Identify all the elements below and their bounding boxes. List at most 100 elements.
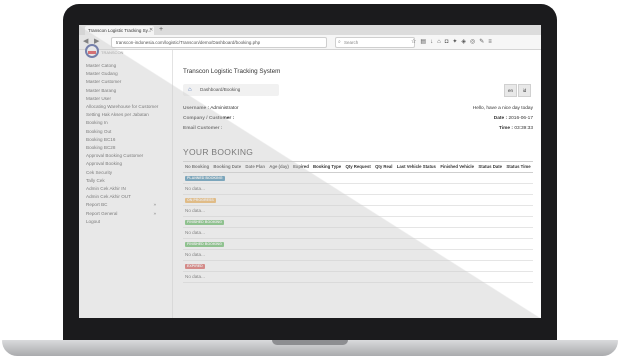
sidebar: TRANSCON Master Catong Master Gudang Maste… xyxy=(79,44,173,318)
column-header: Last Vehicle Status xyxy=(394,161,439,173)
email-row: Email Customer : xyxy=(183,126,222,131)
time-label: Time : xyxy=(498,126,513,131)
new-tab-button[interactable]: + xyxy=(159,25,163,35)
date-label: Date : xyxy=(493,116,508,121)
lang-id-button[interactable]: id xyxy=(518,84,531,97)
chevron-right-icon: » xyxy=(153,202,156,208)
column-header: Booking Date xyxy=(211,161,244,173)
group-header-row: ON PROGRESS xyxy=(183,194,533,206)
close-icon[interactable]: ✕ xyxy=(149,26,153,35)
table-row: No data... xyxy=(183,205,533,217)
status-badge: FINISHED BOOKING xyxy=(185,220,224,225)
date-row: Date : 2016-06-17 xyxy=(494,116,533,121)
group-header-cell: FINISHED BOOKING xyxy=(183,216,533,228)
sidebar-item[interactable]: Booking BC28 xyxy=(79,144,172,152)
company-row: Company / Customer : xyxy=(183,116,234,121)
empty-message: No data... xyxy=(183,227,533,239)
sidebar-item[interactable]: Master Customer xyxy=(79,78,172,86)
browser-tab[interactable]: Transcon Logistic Tracking Sy... xyxy=(85,26,154,35)
bookmark-list-icon[interactable]: ▤ xyxy=(420,37,426,47)
table-row: No data... xyxy=(183,271,533,283)
download-icon[interactable]: ↓ xyxy=(430,37,433,47)
group-header-row: FINISHED BOOKING xyxy=(183,216,533,228)
home-icon[interactable]: ⌂ xyxy=(437,37,441,47)
sidebar-item[interactable]: Tally Cek xyxy=(79,177,172,185)
status-badge: PLANNED BOOKING xyxy=(185,176,225,181)
tab-title: Transcon Logistic Tracking Sy... xyxy=(88,28,152,33)
section-title: YOUR BOOKING xyxy=(183,147,254,157)
extension-icon[interactable]: ✦ xyxy=(452,37,457,47)
email-label: Email Customer : xyxy=(183,126,223,131)
group-header-row: PLANNED BOOKING xyxy=(183,172,533,184)
sidebar-item[interactable]: Master Gudang xyxy=(79,70,172,78)
brand-name: TRANSCON xyxy=(101,50,124,55)
booking-table: No Booking Booking Date Date Plan Age (day)… xyxy=(183,161,533,283)
status-badge: EXPIRED xyxy=(185,264,205,269)
chevron-right-icon: » xyxy=(153,210,156,216)
sidebar-item[interactable]: Booking In xyxy=(79,119,172,127)
breadcrumb-text: Dashboard/Booking xyxy=(200,87,241,92)
time-value: 03:39:33 xyxy=(514,126,533,131)
table-row: No data... xyxy=(183,183,533,195)
empty-message: No data... xyxy=(183,271,533,283)
sidebar-item[interactable]: Booking Out xyxy=(79,128,172,136)
browser-window: Transcon Logistic Tracking Sy... ✕ + ◀ ▶… xyxy=(79,25,541,318)
sidebar-item[interactable]: Admin Cek Akhir OUT xyxy=(79,193,172,201)
tab-bar: Transcon Logistic Tracking Sy... ✕ + xyxy=(79,25,541,35)
sidebar-item[interactable]: Report General» xyxy=(79,210,172,218)
table-header-row: No Booking Booking Date Date Plan Age (day)… xyxy=(183,161,533,173)
status-badge: ON PROGRESS xyxy=(185,198,216,203)
search-input[interactable]: ⌕ Search xyxy=(335,37,415,48)
address-bar[interactable]: transcon-indonesia.com/logistic/Transcon… xyxy=(111,37,327,48)
star-icon[interactable]: ☆ xyxy=(411,37,416,47)
sidebar-item[interactable]: Master Barang xyxy=(79,87,172,95)
group-header-cell: FINISHED BOOKING xyxy=(183,238,533,250)
empty-message: No data... xyxy=(183,249,533,261)
time-row: Time : 03:39:33 xyxy=(499,126,533,131)
pocket-icon[interactable]: ◘ xyxy=(445,37,449,47)
sidebar-item[interactable]: Booking BC16 xyxy=(79,136,172,144)
shield-icon[interactable]: ◈ xyxy=(461,37,466,47)
status-badge: FINISHED BOOKING xyxy=(185,242,224,247)
column-header: Booking Type xyxy=(311,161,344,173)
column-header: Expired xyxy=(291,161,312,173)
search-icon: ⌕ xyxy=(338,39,341,45)
table-row: No data... xyxy=(183,227,533,239)
sidebar-item[interactable]: Approval Booking Customer xyxy=(79,152,172,160)
sidebar-item[interactable]: Admin Cek Akhir IN xyxy=(79,185,172,193)
username-value: Administrator xyxy=(210,106,239,111)
sidebar-item[interactable]: Logout xyxy=(79,218,172,226)
lang-en-button[interactable]: en xyxy=(504,84,517,97)
menu-icon[interactable]: ≡ xyxy=(488,37,492,47)
group-header-cell: PLANNED BOOKING xyxy=(183,172,533,184)
column-header: Status Time xyxy=(504,161,533,173)
greeting: Hello, have a nice day today xyxy=(472,106,533,111)
sidebar-item[interactable]: Cek Security xyxy=(79,169,172,177)
table-body: PLANNED BOOKING No data... ON PROGRESS No d… xyxy=(183,172,533,283)
username-row: Username : Administrator xyxy=(183,106,238,111)
date-value: 2016-06-17 xyxy=(508,116,533,121)
sync-icon[interactable]: ◎ xyxy=(470,37,475,47)
username-label: Username : xyxy=(183,106,210,111)
app-title: Transcon Logistic Tracking System xyxy=(183,68,281,75)
group-header-row: FINISHED BOOKING xyxy=(183,238,533,250)
group-header-cell: ON PROGRESS xyxy=(183,194,533,206)
browser-toolbar: ◀ ▶ transcon-indonesia.com/logistic/Tran… xyxy=(79,35,541,50)
sidebar-item[interactable]: Master Catong xyxy=(79,62,172,70)
logo xyxy=(85,44,99,58)
brand: TRANSCON xyxy=(79,44,172,61)
laptop-notch xyxy=(272,340,348,345)
sidebar-item[interactable]: Allocating Warehouse for Customer xyxy=(79,103,172,111)
column-header: Qty Real xyxy=(373,161,395,173)
group-header-cell: EXPIRED xyxy=(183,260,533,272)
edit-icon[interactable]: ✎ xyxy=(479,37,484,47)
search-placeholder: Search xyxy=(344,40,359,45)
sidebar-item[interactable]: Master User xyxy=(79,95,172,103)
column-header: Qty Request xyxy=(343,161,374,173)
sidebar-item[interactable]: Approval Booking xyxy=(79,160,172,168)
main-content: Transcon Logistic Tracking System ⌂ Dash… xyxy=(173,50,541,318)
web-page: TRANSCON Master Catong Master Gudang Maste… xyxy=(79,44,541,318)
sidebar-item[interactable]: Setting Hak Akses per Jabatan xyxy=(79,111,172,119)
sidebar-item[interactable]: Report BC» xyxy=(79,201,172,209)
breadcrumb[interactable]: ⌂ Dashboard/Booking xyxy=(183,84,279,96)
